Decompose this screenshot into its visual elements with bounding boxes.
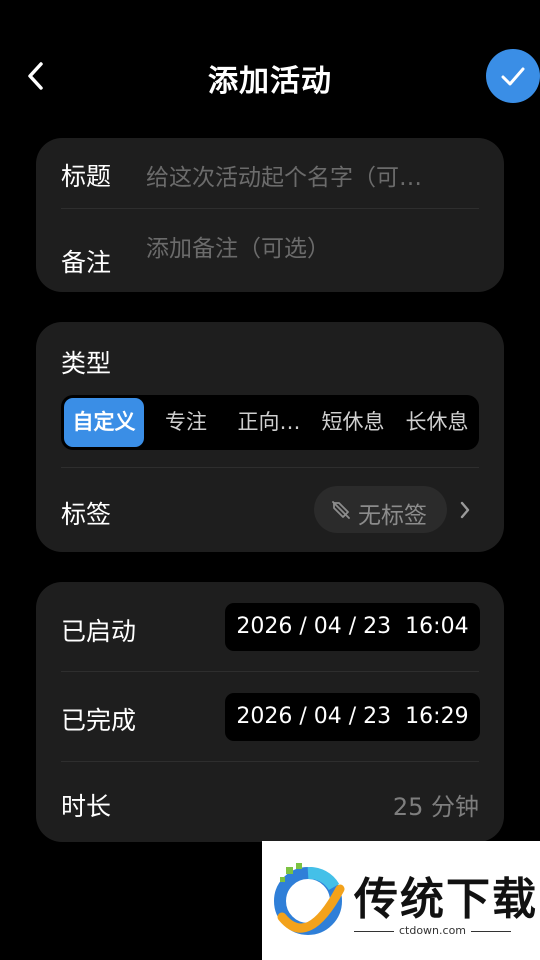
divider: [61, 761, 479, 762]
watermark-logo-icon: [274, 863, 345, 935]
time-card: 已启动 2026 / 04 / 23 16:04 已完成 2026 / 04 /…: [36, 582, 504, 842]
chevron-right-icon[interactable]: [458, 500, 472, 520]
watermark: 传统下载 ctdown.com: [262, 841, 540, 960]
confirm-button[interactable]: [486, 49, 540, 103]
type-option-custom[interactable]: 自定义: [64, 398, 144, 447]
type-option-short-break[interactable]: 短休息: [311, 395, 395, 450]
tag-label: 标签: [61, 500, 112, 529]
note-label: 备注: [61, 248, 112, 277]
app-header: 添加活动: [0, 0, 540, 150]
duration-value: 25 分钟: [392, 793, 479, 821]
divider: [471, 931, 511, 932]
finished-datetime-picker[interactable]: 2026 / 04 / 23 16:29: [225, 693, 480, 741]
type-option-focus[interactable]: 专注: [145, 395, 227, 450]
divider: [61, 208, 479, 209]
check-icon: [501, 67, 525, 86]
type-label: 类型: [61, 349, 112, 378]
divider: [61, 671, 479, 672]
started-label: 已启动: [61, 617, 137, 646]
page-title: 添加活动: [208, 64, 332, 99]
type-tag-card: 类型 自定义 专注 正向… 短休息 长休息 标签 无标签: [36, 322, 504, 552]
started-datetime-picker[interactable]: 2026 / 04 / 23 16:04: [225, 603, 480, 651]
finished-label: 已完成: [61, 706, 137, 735]
title-label: 标题: [61, 162, 112, 191]
type-segmented-control: 自定义 专注 正向… 短休息 长休息: [61, 395, 479, 450]
note-input[interactable]: 添加备注（可选）: [146, 229, 481, 263]
type-option-long-break[interactable]: 长休息: [395, 395, 479, 450]
tag-off-icon: [332, 501, 350, 519]
tag-selector[interactable]: 无标签: [314, 486, 447, 533]
tag-value: 无标签: [358, 503, 427, 529]
type-option-count-up[interactable]: 正向…: [227, 395, 311, 450]
watermark-name: 传统下载: [354, 874, 538, 925]
divider: [61, 467, 479, 468]
title-input[interactable]: 给这次活动起个名字（可…: [146, 158, 481, 192]
details-card: 标题 给这次活动起个名字（可… 备注 添加备注（可选）: [36, 138, 504, 292]
duration-label: 时长: [61, 792, 112, 821]
